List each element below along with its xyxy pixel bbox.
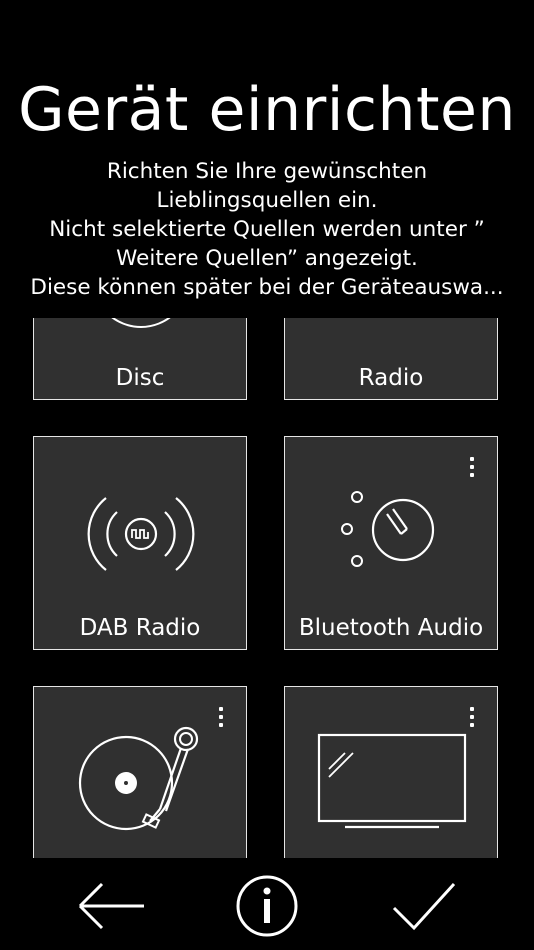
source-label: Radio <box>358 365 424 391</box>
source-label: Disc <box>115 365 165 391</box>
bottom-navigation <box>0 858 534 950</box>
setup-screen: Disc Radio DAB Radio Bluetooth Audio Ger… <box>0 0 534 950</box>
header: Gerät einrichten Richten Sie Ihre gewüns… <box>0 0 534 318</box>
checkmark-icon <box>392 882 456 931</box>
source-tile-bluetooth-audio[interactable]: Bluetooth Audio <box>284 436 498 650</box>
bluetooth-audio-icon <box>335 482 445 577</box>
source-tile-turntable[interactable] <box>33 686 247 858</box>
page-title: Gerät einrichten <box>18 75 516 145</box>
more-options-icon[interactable] <box>467 457 477 481</box>
dab-radio-icon <box>86 492 196 576</box>
source-grid-viewport[interactable]: Disc Radio DAB Radio Bluetooth Audio <box>0 318 534 858</box>
source-tile-tv[interactable] <box>284 686 498 858</box>
source-tile-disc[interactable]: Disc <box>33 318 247 400</box>
back-button[interactable] <box>72 874 152 938</box>
description-line: Lieblingsquellen ein. <box>156 188 378 213</box>
setup-description: Richten Sie Ihre gewünschten Lieblingsqu… <box>0 157 534 302</box>
source-tile-dab-radio[interactable]: DAB Radio <box>33 436 247 650</box>
description-line: Nicht selektierte Quellen werden unter ” <box>49 217 485 242</box>
turntable-icon <box>78 721 208 841</box>
source-tile-radio[interactable]: Radio <box>284 318 498 400</box>
more-options-icon[interactable] <box>467 707 477 731</box>
description-line: Diese können später bei der Geräteauswa.… <box>30 275 504 300</box>
info-icon <box>236 875 298 937</box>
description-line: Richten Sie Ihre gewünschten <box>106 159 428 184</box>
disc-icon <box>89 318 193 331</box>
source-label: Bluetooth Audio <box>298 615 484 641</box>
description-line: Weitere Quellen” angezeigt. <box>116 246 418 271</box>
more-options-icon[interactable] <box>216 707 226 731</box>
source-label: DAB Radio <box>79 615 201 641</box>
info-button[interactable] <box>227 874 307 938</box>
arrow-left-icon <box>78 882 144 930</box>
tv-icon <box>317 731 467 831</box>
confirm-button[interactable] <box>384 874 464 938</box>
